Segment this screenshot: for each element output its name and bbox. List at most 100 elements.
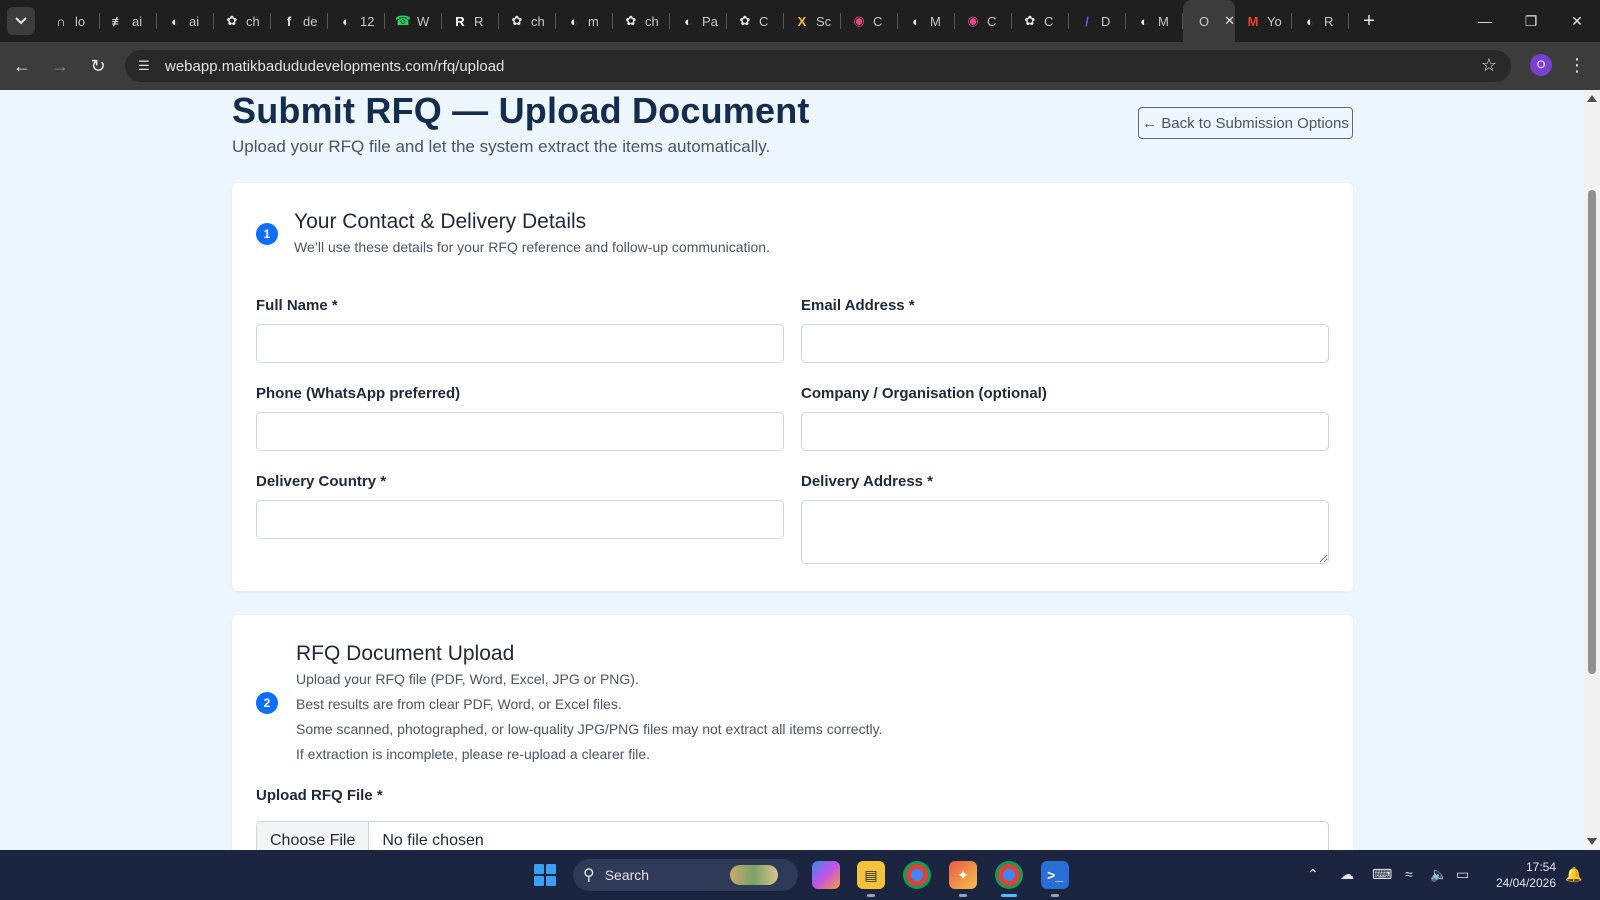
openai-icon: ✿	[739, 13, 751, 28]
browser-tab[interactable]: ◐ Pa	[670, 0, 727, 42]
taskbar-search-text: Search	[604, 867, 650, 883]
scroll-up-icon[interactable]	[1587, 95, 1597, 102]
browser-tab[interactable]: ✿ ch	[214, 0, 271, 42]
browser-tab[interactable]: / D	[1069, 0, 1126, 42]
windows-start-icon[interactable]	[534, 864, 556, 886]
tab-title: de	[303, 13, 318, 29]
page-scrollbar[interactable]	[1584, 90, 1600, 850]
browser-tab[interactable]: ∩ lo	[43, 0, 100, 42]
tab-search-button[interactable]	[7, 7, 35, 35]
country-input[interactable]	[256, 500, 784, 539]
tab-title: M	[1158, 13, 1169, 29]
browser-tab[interactable]: RR	[442, 0, 499, 42]
tab-title: C	[1044, 13, 1054, 29]
browser-tab[interactable]: ✿ ch	[499, 0, 556, 42]
reload-button[interactable]: ↻	[82, 50, 114, 82]
browser-tab[interactable]: ≢ ai	[100, 0, 157, 42]
upload-file-label: Upload RFQ File *	[256, 787, 383, 804]
volume-icon[interactable]: 🔈	[1430, 866, 1447, 883]
document-upload-card: 2 RFQ Document Upload Upload your RFQ fi…	[232, 615, 1353, 850]
browser-tab[interactable]: ◐ M	[1126, 0, 1183, 42]
facebook-icon: f	[286, 13, 292, 29]
bookmark-star-icon[interactable]: ☆	[1481, 55, 1497, 76]
browser-tab[interactable]: f de	[271, 0, 328, 42]
browser-tab[interactable]: ◐ M	[898, 0, 955, 42]
tray-overflow-icon[interactable]: ⌃	[1307, 866, 1319, 883]
app-icon: ◉	[967, 13, 979, 28]
tab-title: R	[474, 13, 484, 29]
keyboard-icon[interactable]: ⌨	[1372, 866, 1392, 883]
new-tab-button[interactable]: +	[1355, 7, 1383, 35]
globe-icon: ◐	[684, 13, 692, 29]
browser-tab[interactable]: ✿ ch	[613, 0, 670, 42]
notification-bell-icon[interactable]: 🔔	[1565, 866, 1582, 883]
company-input[interactable]	[801, 412, 1329, 451]
app-icon[interactable]: ✦	[949, 861, 977, 889]
copilot-icon[interactable]	[812, 861, 840, 889]
rfq-file-input[interactable]: Choose File No file chosen	[256, 821, 1329, 850]
close-window-button[interactable]: ✕	[1554, 0, 1600, 42]
browser-tab[interactable]: ◉ C	[841, 0, 898, 42]
tab-title: ch	[246, 13, 260, 29]
forward-nav-button[interactable]: →	[44, 50, 76, 82]
chrome-active-icon[interactable]	[995, 861, 1023, 889]
country-label: Delivery Country *	[256, 473, 387, 490]
globe-icon: ◐	[912, 13, 920, 29]
tab-title: Pa	[702, 13, 718, 29]
browser-tab[interactable]: M Yo	[1235, 0, 1292, 42]
site-settings-icon[interactable]: ☰	[133, 58, 155, 74]
terminal-icon[interactable]: >_	[1041, 861, 1069, 889]
email-input[interactable]	[801, 324, 1329, 363]
chrome-icon[interactable]	[903, 861, 931, 889]
back-to-options-button[interactable]: ← Back to Submission Options	[1138, 107, 1353, 139]
phone-input[interactable]	[256, 412, 784, 451]
step-badge-1: 1	[256, 223, 278, 245]
url-text[interactable]: webapp.matikbadududevelopments.com/rfq/u…	[165, 58, 504, 75]
close-icon: ✕	[1571, 12, 1583, 29]
wifi-icon[interactable]: ≈	[1405, 866, 1413, 882]
browser-tab[interactable]: ✿ C	[1012, 0, 1069, 42]
battery-icon[interactable]: ▭	[1456, 866, 1469, 883]
browser-tab[interactable]: ◐ ai	[157, 0, 214, 42]
page-subtitle: Upload your RFQ file and let the system …	[232, 137, 771, 156]
address-textarea[interactable]	[801, 500, 1329, 564]
running-indicator	[1051, 894, 1059, 897]
back-nav-button[interactable]: ←	[6, 50, 38, 82]
pen-icon: /	[1085, 13, 1089, 29]
page-title: Submit RFQ — Upload Document	[232, 90, 810, 131]
full-name-input[interactable]	[256, 324, 784, 363]
scrollbar-thumb[interactable]	[1588, 190, 1596, 674]
system-clock[interactable]: 17:54 24/04/2026	[1490, 859, 1556, 891]
browser-tab[interactable]: ◉ C	[955, 0, 1012, 42]
taskbar-search[interactable]: ⚲ Search	[573, 859, 798, 891]
scroll-down-icon[interactable]	[1587, 838, 1597, 845]
email-label: Email Address *	[801, 297, 915, 314]
browser-tab[interactable]: ◐ R	[1292, 0, 1349, 42]
browser-tab[interactable]: ◐ 12	[328, 0, 385, 42]
tab-title: C	[987, 13, 997, 29]
close-tab-icon[interactable]: ✕	[1224, 13, 1235, 29]
profile-avatar[interactable]: O	[1530, 54, 1552, 76]
browser-tab[interactable]: X Sc	[784, 0, 841, 42]
clock-time: 17:54	[1525, 860, 1556, 874]
browser-tab[interactable]: ◐ m	[556, 0, 613, 42]
browser-tab[interactable]: ✿ C	[727, 0, 784, 42]
choose-file-button[interactable]: Choose File	[257, 822, 370, 850]
address-bar[interactable]: ☰ webapp.matikbadududevelopments.com/rfq…	[125, 50, 1511, 82]
browser-tab-active[interactable]: O ✕	[1183, 0, 1235, 42]
figma-icon: ≢	[111, 13, 125, 29]
restore-button[interactable]: ❐	[1508, 0, 1554, 42]
minimize-button[interactable]: —	[1462, 0, 1508, 42]
upload-info-line: Best results are from clear PDF, Word, o…	[296, 696, 622, 712]
whatsapp-icon: ☎	[394, 13, 412, 28]
file-explorer-icon[interactable]: ▤	[857, 861, 885, 889]
tab-title: Sc	[816, 13, 832, 29]
browser-menu-icon[interactable]: ⋮	[1568, 52, 1586, 78]
tab-title: 12	[360, 13, 375, 29]
clock-date: 24/04/2026	[1495, 876, 1556, 890]
restore-icon: ❐	[1524, 12, 1538, 29]
section-title-upload: RFQ Document Upload	[296, 642, 515, 665]
tab-title: O	[1199, 13, 1210, 29]
browser-tab[interactable]: ☎ W	[385, 0, 442, 42]
onedrive-icon[interactable]: ☁	[1340, 866, 1354, 883]
